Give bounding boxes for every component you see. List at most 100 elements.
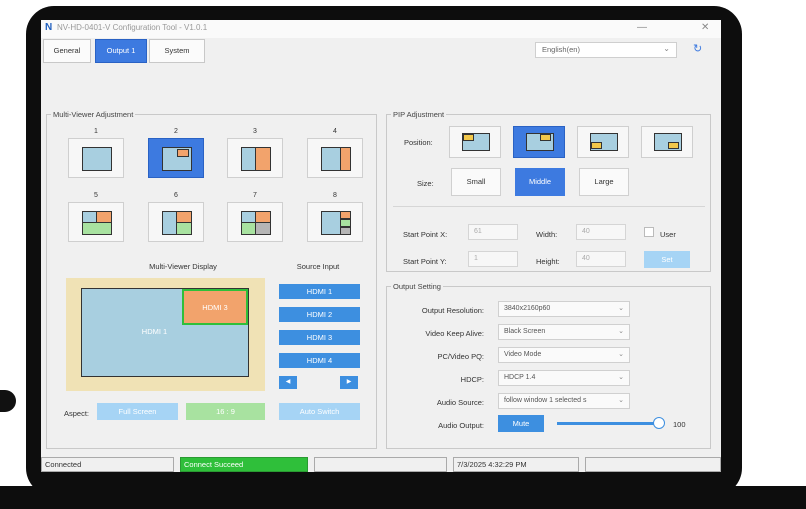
width-input[interactable]: 40 bbox=[576, 224, 626, 240]
tab-system[interactable]: System bbox=[149, 39, 205, 63]
pq-select[interactable]: Video Mode ⌄ bbox=[498, 347, 630, 363]
audio-source-value: follow window 1 selected s bbox=[504, 397, 587, 404]
layout-button-2[interactable] bbox=[148, 138, 204, 178]
set-button[interactable]: Set bbox=[644, 251, 690, 268]
layout-number: 7 bbox=[253, 192, 257, 199]
height-input[interactable]: 40 bbox=[576, 251, 626, 267]
tab-general[interactable]: General bbox=[43, 39, 91, 63]
layout-button-4[interactable] bbox=[307, 138, 363, 178]
chevron-down-icon: ⌄ bbox=[618, 374, 624, 381]
audio-source-label: Audio Source: bbox=[436, 398, 484, 407]
volume-slider-fill bbox=[557, 422, 659, 425]
window-pip[interactable]: HDMI 3 bbox=[182, 289, 248, 325]
keep-alive-label: Video Keep Alive: bbox=[425, 329, 484, 338]
status-connection: Connected bbox=[41, 457, 174, 472]
layout-number: 4 bbox=[333, 128, 337, 135]
height-label: Height: bbox=[536, 257, 560, 266]
layout-button-8[interactable] bbox=[307, 202, 363, 242]
minimize-icon[interactable]: — bbox=[637, 22, 647, 33]
layout-button-7[interactable] bbox=[227, 202, 283, 242]
aspect-label: Aspect: bbox=[64, 409, 90, 418]
layout-button-5[interactable] bbox=[68, 202, 124, 242]
pq-label: PC/Video PQ: bbox=[437, 352, 484, 361]
start-y-input[interactable]: 1 bbox=[468, 251, 518, 267]
source-hdmi-2-button[interactable]: HDMI 2 bbox=[279, 307, 360, 322]
prev-arrow-icon[interactable]: ◀ bbox=[279, 376, 297, 389]
title-bar: N NV-HD-0401-V Configuration Tool - V1.0… bbox=[41, 20, 721, 38]
tab-output-1[interactable]: Output 1 bbox=[95, 39, 147, 63]
layout-number: 2 bbox=[174, 128, 178, 135]
pip-position-top-right-button[interactable] bbox=[513, 126, 565, 158]
laptop-base bbox=[0, 486, 806, 509]
hdcp-label: HDCP: bbox=[460, 375, 484, 384]
hdcp-select[interactable]: HDCP 1.4 ⌄ bbox=[498, 370, 630, 386]
window-main-label: HDMI 1 bbox=[141, 327, 168, 336]
layout-number: 6 bbox=[174, 192, 178, 199]
aspect-16-9-button[interactable]: 16 : 9 bbox=[186, 403, 265, 420]
language-value: English(en) bbox=[542, 45, 580, 54]
chevron-down-icon: ⌄ bbox=[618, 351, 624, 358]
output-resolution-select[interactable]: 3840x2160p60 ⌄ bbox=[498, 301, 630, 317]
layout-3-icon bbox=[241, 146, 271, 171]
layout-number: 8 bbox=[333, 192, 337, 199]
audio-output-label: Audio Output: bbox=[438, 421, 484, 430]
start-x-input[interactable]: 61 bbox=[468, 224, 518, 240]
layout-button-1[interactable] bbox=[68, 138, 124, 178]
pip-top-left-icon bbox=[462, 133, 490, 151]
next-arrow-icon[interactable]: ▶ bbox=[340, 376, 358, 389]
start-x-label: Start Point X: bbox=[403, 230, 448, 239]
pip-position-bottom-left-button[interactable] bbox=[577, 126, 629, 158]
volume-slider-thumb[interactable] bbox=[653, 417, 665, 429]
layout-button-6[interactable] bbox=[148, 202, 204, 242]
size-small-button[interactable]: Small bbox=[451, 168, 501, 196]
volume-slider-track[interactable] bbox=[557, 422, 659, 425]
source-input-title: Source Input bbox=[296, 262, 340, 271]
source-hdmi-4-button[interactable]: HDMI 4 bbox=[279, 353, 360, 368]
audio-source-select[interactable]: follow window 1 selected s ⌄ bbox=[498, 393, 630, 409]
window-pip-label: HDMI 3 bbox=[202, 303, 228, 312]
layout-2-icon bbox=[162, 147, 192, 171]
pip-position-bottom-right-button[interactable] bbox=[641, 126, 693, 158]
size-label: Size: bbox=[417, 179, 434, 188]
chevron-down-icon: ⌄ bbox=[618, 328, 624, 335]
width-label: Width: bbox=[536, 230, 558, 239]
chevron-down-icon: ⌄ bbox=[663, 44, 670, 53]
pip-legend: PIP Adjustment bbox=[393, 110, 445, 119]
output-legend: Output Setting bbox=[393, 282, 441, 291]
refresh-icon[interactable]: ↻ bbox=[693, 42, 702, 55]
app-logo: N bbox=[45, 22, 53, 33]
hdcp-value: HDCP 1.4 bbox=[504, 374, 536, 381]
output-resolution-value: 3840x2160p60 bbox=[504, 305, 551, 312]
size-large-button[interactable]: Large bbox=[579, 168, 629, 196]
user-label: User bbox=[660, 230, 676, 239]
close-icon[interactable]: ✕ bbox=[701, 22, 709, 33]
pip-bottom-right-icon bbox=[654, 133, 682, 151]
layout-4-icon bbox=[321, 146, 351, 171]
pip-position-top-left-button[interactable] bbox=[449, 126, 501, 158]
status-extra bbox=[585, 457, 721, 472]
keep-alive-value: Black Screen bbox=[504, 328, 546, 335]
mute-button[interactable]: Mute bbox=[498, 415, 544, 432]
chevron-down-icon: ⌄ bbox=[618, 397, 624, 404]
language-select[interactable]: English(en) ⌄ bbox=[535, 42, 677, 58]
aspect-full-screen-button[interactable]: Full Screen bbox=[97, 403, 178, 420]
status-datetime: 7/3/2025 4:32:29 PM bbox=[453, 457, 579, 472]
window-title: NV-HD-0401-V Configuration Tool - V1.0.1 bbox=[57, 23, 208, 32]
status-empty bbox=[314, 457, 447, 472]
keep-alive-select[interactable]: Black Screen ⌄ bbox=[498, 324, 630, 340]
source-hdmi-3-button[interactable]: HDMI 3 bbox=[279, 330, 360, 345]
output-resolution-label: Output Resolution: bbox=[421, 306, 484, 315]
layout-8-icon bbox=[321, 210, 351, 235]
app-window: N NV-HD-0401-V Configuration Tool - V1.0… bbox=[41, 20, 721, 472]
source-hdmi-1-button[interactable]: HDMI 1 bbox=[279, 284, 360, 299]
auto-switch-button[interactable]: Auto Switch bbox=[279, 403, 360, 420]
user-checkbox[interactable] bbox=[644, 227, 654, 237]
pip-bottom-left-icon bbox=[590, 133, 618, 151]
layout-6-icon bbox=[162, 210, 192, 235]
size-middle-button[interactable]: Middle bbox=[515, 168, 565, 196]
layout-number: 5 bbox=[94, 192, 98, 199]
status-result: Connect Succeed bbox=[180, 457, 308, 472]
layout-button-3[interactable] bbox=[227, 138, 283, 178]
volume-value: 100 bbox=[673, 420, 686, 429]
layout-1-icon bbox=[82, 147, 112, 171]
